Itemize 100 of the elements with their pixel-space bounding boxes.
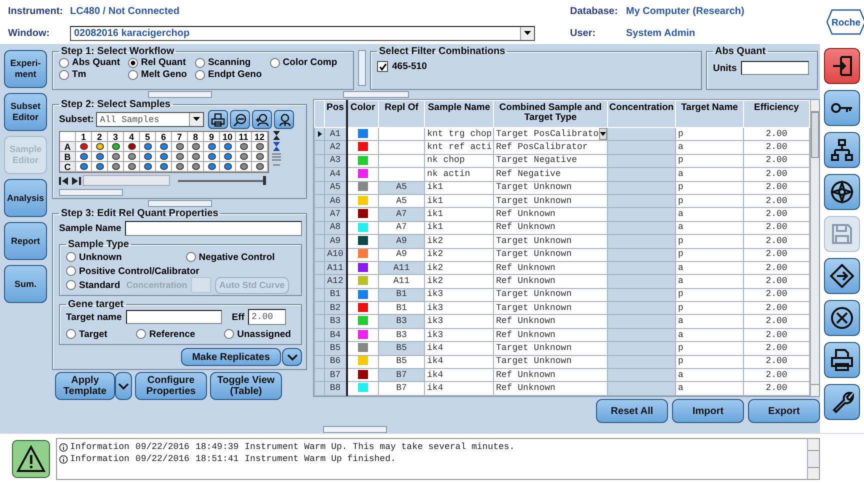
well[interactable] xyxy=(224,143,232,150)
radio-button[interactable]: Tm xyxy=(59,69,120,80)
color-swatch[interactable] xyxy=(358,156,368,165)
nav-button[interactable]: Report xyxy=(4,222,47,260)
column-header[interactable]: Combined Sample and Target Type xyxy=(494,100,608,128)
well[interactable] xyxy=(128,163,136,170)
warning-button[interactable] xyxy=(12,440,50,478)
color-swatch[interactable] xyxy=(358,276,368,286)
column-header[interactable]: Color xyxy=(346,100,378,128)
well[interactable] xyxy=(80,153,88,160)
color-swatch[interactable] xyxy=(358,302,368,312)
color-swatch[interactable] xyxy=(358,370,368,379)
radio-button[interactable]: Reference xyxy=(136,328,196,340)
color-swatch[interactable] xyxy=(358,128,368,138)
column-header[interactable]: Target Name xyxy=(676,100,744,128)
well[interactable] xyxy=(144,153,152,160)
color-swatch[interactable] xyxy=(358,196,368,205)
add-person-button[interactable] xyxy=(252,110,272,129)
radio-button[interactable]: Positive Control/Calibrator xyxy=(66,266,200,276)
color-swatch[interactable] xyxy=(358,142,368,152)
navigate-button[interactable] xyxy=(824,258,860,294)
well[interactable] xyxy=(128,143,136,150)
radio-button[interactable]: Color Comp xyxy=(270,57,338,68)
well[interactable] xyxy=(96,163,104,170)
nav-button[interactable]: Experi-ment xyxy=(4,50,47,88)
dropdown-button[interactable] xyxy=(115,372,132,400)
color-swatch[interactable] xyxy=(358,356,368,366)
column-header[interactable]: Efficiency xyxy=(744,100,810,128)
window-dropdown[interactable]: 02082016 karacigerchop xyxy=(70,26,535,40)
make-replicates-button[interactable]: Make Replicates xyxy=(181,348,281,366)
target-name-field[interactable] xyxy=(126,310,222,324)
well[interactable] xyxy=(224,163,232,170)
cancel-button[interactable] xyxy=(824,300,860,336)
color-swatch[interactable] xyxy=(358,209,368,218)
color-swatch[interactable] xyxy=(358,316,368,326)
person-button[interactable] xyxy=(274,110,294,129)
radio-button[interactable]: Abs Quant xyxy=(59,57,120,68)
well[interactable] xyxy=(144,143,152,150)
dropdown-button[interactable] xyxy=(282,348,302,366)
first-page-icon[interactable] xyxy=(59,176,69,184)
well[interactable] xyxy=(160,163,168,170)
well[interactable] xyxy=(112,153,120,160)
well[interactable] xyxy=(192,153,200,160)
well[interactable] xyxy=(224,153,232,160)
radio-button[interactable]: Unassigned xyxy=(224,328,291,340)
sample-name-field[interactable] xyxy=(125,221,302,236)
radio-button[interactable]: Scanning xyxy=(194,57,262,68)
compass-button[interactable] xyxy=(824,174,860,210)
color-swatch[interactable] xyxy=(358,222,368,232)
well[interactable] xyxy=(176,153,184,160)
network-button[interactable] xyxy=(824,132,860,168)
dash-icon[interactable] xyxy=(272,163,281,167)
splitter-handle[interactable] xyxy=(323,426,387,433)
color-swatch[interactable] xyxy=(358,383,368,392)
zoom-slider[interactable] xyxy=(178,176,266,185)
color-swatch[interactable] xyxy=(358,249,368,258)
key-button[interactable] xyxy=(824,90,860,126)
vertical-scrollbar[interactable] xyxy=(807,439,819,479)
well[interactable] xyxy=(240,143,248,150)
subset-dropdown[interactable]: All Samples xyxy=(96,112,204,127)
well[interactable] xyxy=(144,163,152,170)
color-swatch[interactable] xyxy=(358,236,368,245)
well[interactable] xyxy=(192,143,200,150)
well[interactable] xyxy=(112,163,120,170)
horizontal-scrollbar[interactable] xyxy=(83,175,170,186)
table-action-button[interactable]: Reset All xyxy=(596,399,668,423)
zoom-out-button[interactable] xyxy=(230,110,250,129)
lines-icon[interactable] xyxy=(272,153,281,161)
color-swatch[interactable] xyxy=(358,168,368,178)
vertical-scrollbar[interactable] xyxy=(810,100,819,396)
wrench-button[interactable] xyxy=(824,384,860,420)
well[interactable] xyxy=(80,163,88,170)
well[interactable] xyxy=(208,163,216,170)
action-button[interactable]: Toggle View (Table) xyxy=(210,372,282,400)
well[interactable] xyxy=(256,153,264,160)
well[interactable] xyxy=(240,153,248,160)
concentration-field[interactable] xyxy=(191,277,212,293)
column-header[interactable]: Repl Of xyxy=(378,100,424,128)
well[interactable] xyxy=(80,143,88,150)
well[interactable] xyxy=(192,163,200,170)
color-swatch[interactable] xyxy=(358,262,368,272)
column-header[interactable]: Concentration xyxy=(608,100,676,128)
well[interactable] xyxy=(112,143,120,150)
last-page-icon[interactable] xyxy=(71,176,81,184)
efficiency-field[interactable]: 2.00 xyxy=(248,309,286,325)
action-button[interactable]: Apply Template xyxy=(55,372,115,400)
splitter-handle[interactable] xyxy=(148,200,212,207)
well[interactable] xyxy=(160,153,168,160)
color-swatch[interactable] xyxy=(358,182,368,192)
checkbox[interactable] xyxy=(377,61,388,72)
table-action-button[interactable]: Export xyxy=(748,399,820,423)
well[interactable] xyxy=(240,163,248,170)
splitter-handle[interactable] xyxy=(59,189,123,196)
radio-button[interactable]: Target xyxy=(66,328,108,340)
radio-button[interactable]: Endpt Geno xyxy=(194,69,262,80)
nav-button[interactable]: Subset Editor xyxy=(4,93,47,131)
radio-button[interactable]: Negative Control xyxy=(186,252,275,262)
well[interactable] xyxy=(208,143,216,150)
well[interactable] xyxy=(96,143,104,150)
column-header[interactable]: Pos xyxy=(324,100,346,128)
